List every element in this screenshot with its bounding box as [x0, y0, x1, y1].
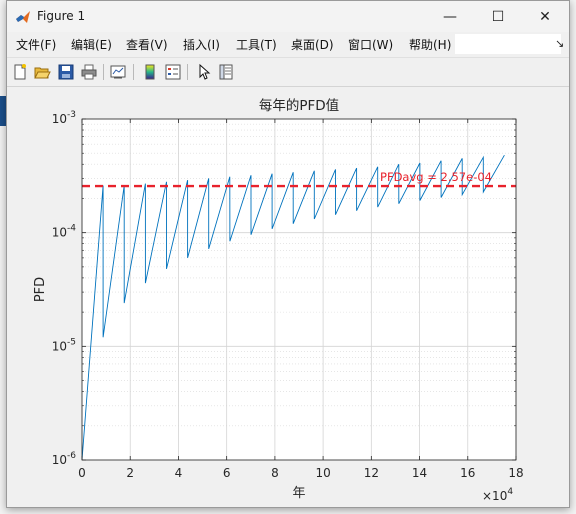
x-tick-label: 16 — [460, 466, 475, 480]
menu-file[interactable]: 文件(F) — [16, 36, 56, 53]
link-plot-icon[interactable] — [109, 63, 127, 81]
y-tick-label: 10-5 — [52, 337, 76, 353]
y-tick-label: 10-3 — [52, 110, 76, 126]
toolbar — [7, 57, 569, 87]
toolbar-separator — [103, 64, 104, 80]
legend-icon[interactable] — [164, 63, 182, 81]
title-bar[interactable]: Figure 1 — ☐ ✕ — [7, 1, 569, 32]
x-tick-label: 4 — [175, 466, 183, 480]
minimize-icon: — — [443, 8, 457, 25]
pfdavg-label: PFDavg = 2.57e-04 — [380, 170, 492, 184]
chart-title: 每年的PFD值 — [259, 98, 339, 114]
x-tick-label: 12 — [364, 466, 379, 480]
window-title: Figure 1 — [37, 9, 86, 23]
matlab-logo-icon — [16, 11, 30, 23]
close-button[interactable]: ✕ — [522, 1, 568, 32]
maximize-icon: ☐ — [491, 8, 505, 25]
toolbar-separator — [187, 64, 188, 80]
x-tick-label: 6 — [223, 466, 231, 480]
x-tick-label: 8 — [271, 466, 279, 480]
menu-insert[interactable]: 插入(I) — [183, 36, 220, 53]
x-tick-label: 18 — [508, 466, 523, 480]
colorbar-icon[interactable] — [141, 63, 159, 81]
maximize-button[interactable]: ☐ — [475, 1, 521, 32]
menu-spacer — [455, 34, 561, 54]
x-axis-label: 年 — [292, 486, 305, 501]
menu-window[interactable]: 窗口(W) — [348, 36, 393, 53]
minimize-button[interactable]: — — [427, 1, 473, 32]
print-icon[interactable] — [80, 63, 98, 81]
open-file-icon[interactable] — [33, 63, 51, 81]
save-icon[interactable] — [57, 63, 75, 81]
menu-tools[interactable]: 工具(T) — [236, 36, 277, 53]
menu-help[interactable]: 帮助(H) — [409, 36, 451, 53]
property-inspector-icon[interactable] — [217, 63, 235, 81]
x-exponent-label: ×104 — [482, 487, 513, 503]
x-tick-label: 2 — [126, 466, 134, 480]
pfd-chart[interactable]: PFDavg = 2.57e-04 0 2 4 6 8 10 12 14 16 18 10-6 10-5… — [8, 87, 568, 506]
y-tick-label: 10-6 — [52, 451, 77, 467]
x-tick-label: 0 — [78, 466, 86, 480]
x-tick-label: 14 — [412, 466, 427, 480]
y-tick-label: 10-4 — [52, 224, 77, 240]
menu-overflow-icon[interactable]: ↘ — [555, 37, 564, 50]
figure-window: Figure 1 — ☐ ✕ 文件(F) 编辑(E) 查看(V) 插入(I) 工… — [6, 0, 570, 508]
new-figure-icon[interactable] — [11, 63, 29, 81]
pointer-icon[interactable] — [195, 63, 213, 81]
menu-edit[interactable]: 编辑(E) — [71, 36, 112, 53]
menu-view[interactable]: 查看(V) — [126, 36, 168, 53]
close-icon: ✕ — [539, 8, 551, 25]
figure-canvas: PFDavg = 2.57e-04 0 2 4 6 8 10 12 14 16 18 10-6 10-5… — [8, 87, 568, 506]
menu-desktop[interactable]: 桌面(D) — [291, 36, 334, 53]
x-tick-label: 10 — [315, 466, 330, 480]
toolbar-separator — [133, 64, 134, 80]
y-axis-label: PFD — [33, 277, 48, 302]
